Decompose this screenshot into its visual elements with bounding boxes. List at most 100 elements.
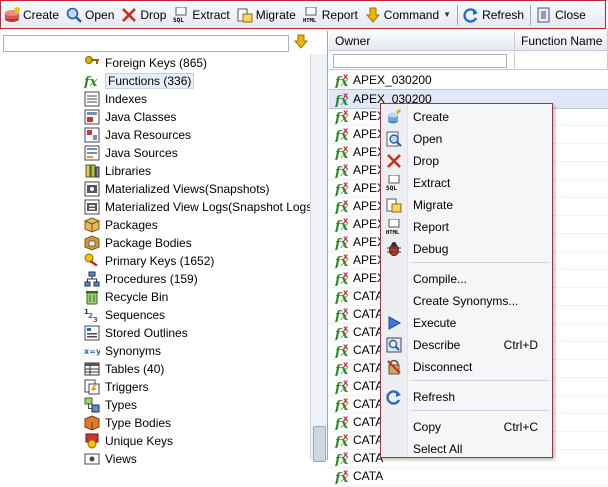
- owner-cell: CATA: [353, 307, 384, 321]
- tree-item[interactable]: Java Resources: [84, 126, 191, 144]
- create-label: Create: [23, 7, 60, 22]
- menu-item-report[interactable]: HTML Report: [381, 216, 552, 238]
- migrate-button[interactable]: Migrate: [234, 3, 299, 27]
- function-invalid-icon: fx x: [334, 342, 351, 360]
- package-body-icon: [84, 235, 100, 251]
- svg-text:x: x: [343, 342, 349, 351]
- migrate-label: Migrate: [255, 7, 296, 22]
- menu-item-label: Copy: [413, 420, 442, 434]
- tree-item[interactable]: Type Bodies: [84, 414, 171, 432]
- tree-item-label: Unique Keys: [105, 434, 174, 448]
- menu-item-open[interactable]: Open: [381, 128, 552, 150]
- tree-item[interactable]: Materialized View Logs(Snapshot Logs: [84, 198, 312, 216]
- tree-filter-input[interactable]: [3, 35, 289, 52]
- materialized-view-log-icon: [84, 199, 100, 215]
- refresh-button[interactable]: Refresh: [460, 3, 527, 27]
- menu-item-debug[interactable]: Debug: [381, 238, 552, 260]
- refresh-icon: [463, 7, 479, 23]
- tree-item[interactable]: Packages: [84, 216, 158, 234]
- tree-item-label: Views: [105, 452, 137, 466]
- close-button[interactable]: Close: [533, 3, 589, 27]
- foreign-keys-icon: [84, 55, 100, 71]
- tree-item[interactable]: Java Sources: [84, 144, 178, 162]
- tree-item[interactable]: Libraries: [84, 162, 151, 180]
- open-button[interactable]: Open: [63, 3, 117, 27]
- tree-vertical-scrollbar[interactable]: [310, 54, 327, 462]
- tree-item[interactable]: Views: [84, 450, 137, 468]
- package-icon: [84, 217, 100, 233]
- function-invalid-icon: fx x: [334, 432, 351, 450]
- tree-item-label: Java Classes: [105, 110, 177, 124]
- svg-text:x: x: [343, 91, 349, 100]
- menu-item-execute[interactable]: Execute: [381, 312, 552, 334]
- menu-item-label: Extract: [413, 176, 451, 190]
- create-button[interactable]: Create: [1, 3, 62, 27]
- tree-item[interactable]: Stored Outlines: [84, 324, 188, 342]
- function-invalid-icon: fx x: [334, 306, 351, 324]
- owner-cell: CATA: [353, 289, 384, 303]
- tree-item-label: Libraries: [105, 164, 152, 178]
- function-name-filter-cell[interactable]: [515, 52, 608, 70]
- arrow-down-icon: [365, 7, 381, 23]
- command-button[interactable]: Command ▼: [362, 3, 454, 27]
- svg-text:x: x: [343, 234, 349, 243]
- tree-item[interactable]: Procedures (159): [84, 270, 198, 288]
- tree-item[interactable]: Java Classes: [84, 108, 176, 126]
- owner-filter-input[interactable]: [333, 54, 507, 68]
- extract-button[interactable]: SQL Extract: [170, 3, 232, 27]
- tree-item[interactable]: Recycle Bin: [84, 288, 168, 306]
- tree-item[interactable]: Foreign Keys (865): [84, 54, 207, 72]
- type-icon: [84, 397, 100, 413]
- svg-text:x=y: x=y: [84, 347, 100, 356]
- menu-item-copy[interactable]: Copy Ctrl+C: [381, 416, 552, 438]
- svg-text:x: x: [343, 144, 349, 153]
- java-class-icon: [84, 109, 100, 125]
- column-header-function-name[interactable]: Function Name: [515, 31, 608, 51]
- function-invalid-icon: fx x: [334, 162, 351, 180]
- table-row[interactable]: fx x CATA: [329, 467, 608, 486]
- menu-item-label: Compile...: [413, 272, 468, 286]
- tree-item[interactable]: Materialized Views(Snapshots): [84, 180, 270, 198]
- chevron-down-icon[interactable]: ▼: [443, 10, 451, 19]
- tree-item-label: Tables (40): [105, 362, 165, 376]
- stored-outline-icon: [84, 325, 100, 341]
- menu-item-describe[interactable]: Describe Ctrl+D: [381, 334, 552, 356]
- svg-text:x: x: [343, 126, 349, 135]
- tree-item-label: Types: [105, 398, 138, 412]
- column-header-owner[interactable]: Owner: [329, 31, 515, 51]
- menu-item-create[interactable]: Create: [381, 106, 552, 128]
- menu-item-migrate[interactable]: Migrate: [381, 194, 552, 216]
- menu-item-create-synonyms[interactable]: Create Synonyms...: [381, 290, 552, 312]
- report-html-icon: HTML: [303, 6, 319, 24]
- menu-item-extract[interactable]: SQL Extract: [381, 172, 552, 194]
- svg-text:x: x: [343, 432, 349, 441]
- tree-item[interactable]: Types: [84, 396, 137, 414]
- tree-item[interactable]: Indexes: [84, 90, 147, 108]
- menu-item-drop[interactable]: Drop: [381, 150, 552, 172]
- function-invalid-icon: fx x: [334, 252, 351, 270]
- tree-item[interactable]: Unique Keys: [84, 432, 173, 450]
- filter-arrow-icon[interactable]: [293, 34, 309, 50]
- menu-item-refresh[interactable]: Refresh: [381, 386, 552, 408]
- menu-item-select-all[interactable]: Select All: [381, 438, 552, 460]
- report-icon: HTML: [386, 218, 402, 236]
- tree-item[interactable]: fx Functions (336): [83, 72, 195, 90]
- tree-item[interactable]: Triggers: [84, 378, 149, 396]
- tree-item[interactable]: Primary Keys (1652): [84, 252, 214, 270]
- table-row[interactable]: fx x APEX_030200: [329, 71, 608, 90]
- tree-item[interactable]: Tables (40): [84, 360, 164, 378]
- drop-label: Drop: [140, 7, 167, 22]
- toolbar-separator: [530, 4, 532, 25]
- menu-item-label: Create Synonyms...: [413, 294, 519, 308]
- close-label: Close: [555, 7, 586, 22]
- report-button[interactable]: HTML Report: [300, 3, 361, 27]
- drop-button[interactable]: Drop: [118, 3, 169, 27]
- tree-item[interactable]: 1 2 3 Sequences: [84, 306, 165, 324]
- menu-item-disconnect[interactable]: Disconnect: [381, 356, 552, 378]
- tree-item[interactable]: x=y Synonyms: [84, 342, 161, 360]
- tree-item[interactable]: Package Bodies: [84, 234, 192, 252]
- tree-item-label: Java Resources: [105, 128, 192, 142]
- menu-item-compile[interactable]: Compile...: [381, 268, 552, 290]
- scrollbar-thumb[interactable]: [313, 426, 326, 462]
- create-icon: [386, 109, 402, 125]
